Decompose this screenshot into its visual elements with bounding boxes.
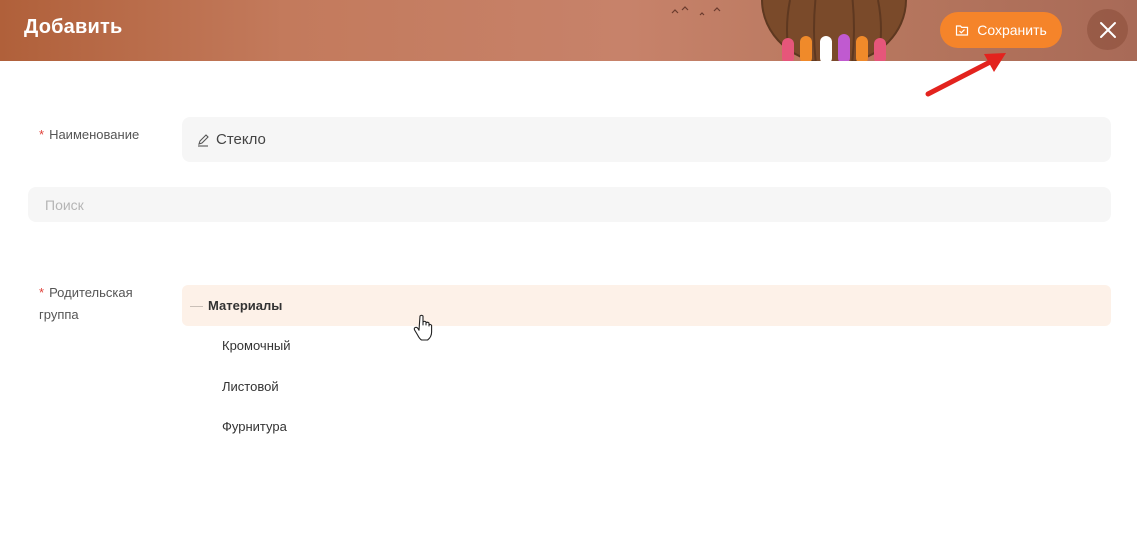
parent-group-label-text: Родительская группа — [39, 285, 133, 322]
folder-check-icon — [956, 25, 969, 36]
save-button-label: Сохранить — [977, 22, 1047, 38]
name-field-value: Стекло — [216, 131, 266, 148]
red-arrow-annotation — [925, 53, 1006, 97]
parent-group-label: * Родительская группа — [39, 282, 159, 326]
dialog-title: Добавить — [24, 16, 123, 38]
tree-node-hardware[interactable]: Фурнитура — [222, 417, 287, 437]
name-field[interactable]: Стекло — [182, 117, 1111, 162]
search-input[interactable] — [28, 187, 1111, 222]
birds-decoration — [671, 6, 721, 16]
close-button[interactable] — [1087, 9, 1128, 50]
name-label-text: Наименование — [49, 127, 140, 142]
hand-cursor-icon — [413, 314, 433, 341]
collapse-toggle[interactable]: — — [190, 298, 208, 313]
tree-node-materials[interactable]: — Материалы — [182, 285, 1111, 326]
required-mark: * — [39, 285, 45, 300]
required-mark: * — [39, 127, 45, 142]
tree-node-sheet[interactable]: Листовой — [222, 377, 279, 397]
tree-node-label: Материалы — [208, 298, 283, 313]
hot-air-balloon-image — [761, 0, 907, 61]
close-icon — [1099, 21, 1116, 38]
save-button[interactable]: Сохранить — [940, 12, 1062, 48]
tree-node-edge[interactable]: Кромочный — [222, 336, 290, 356]
pencil-icon — [198, 133, 209, 147]
name-field-label: * Наименование — [39, 124, 139, 146]
